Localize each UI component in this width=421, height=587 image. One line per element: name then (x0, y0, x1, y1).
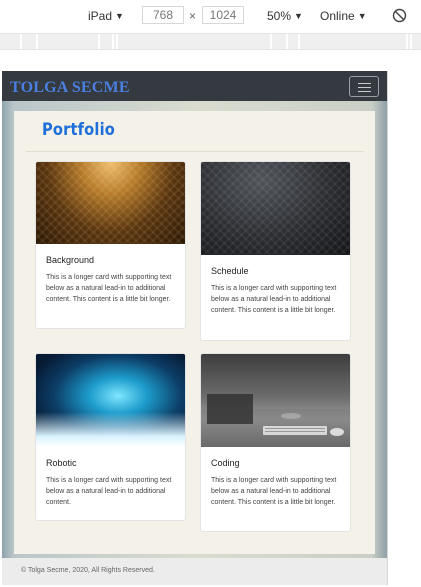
hamburger-icon (358, 83, 371, 84)
zoom-select[interactable]: 50% ▼ (267, 9, 303, 23)
card-background[interactable]: Background This is a longer card with su… (35, 161, 186, 329)
card-title: Robotic (46, 458, 77, 468)
hamburger-icon (358, 91, 371, 92)
dark-metal-texture-image (201, 162, 350, 255)
divider (26, 151, 364, 152)
throttle-select-label: Online (320, 9, 355, 23)
card-schedule[interactable]: Schedule This is a longer card with supp… (200, 161, 351, 341)
dimension-separator: × (189, 9, 197, 23)
golden-texture-image (36, 162, 185, 244)
emulated-viewport: TOLGA SECME Portfolio Background This is… (2, 71, 387, 585)
rotate-icon[interactable] (392, 8, 407, 23)
card-text: This is a longer card with supporting te… (46, 274, 172, 303)
copyright-text: © Tolga Secme, 2020, All Rights Reserved… (21, 567, 155, 574)
card-title: Background (46, 255, 95, 265)
device-select[interactable]: iPad ▼ (88, 9, 124, 23)
page-title: Portfolio (42, 120, 115, 140)
navbar: TOLGA SECME (2, 71, 387, 101)
media-query-ruler (0, 33, 421, 50)
desk-keyboard-image (201, 354, 350, 447)
portfolio-container: Portfolio Background This is a longer ca… (14, 111, 375, 554)
device-toolbar: iPad ▼ 768 × 1024 50% ▼ Online ▼ (0, 0, 421, 33)
throttle-select[interactable]: Online ▼ (320, 9, 367, 23)
brand-logo[interactable]: TOLGA SECME (10, 79, 130, 97)
digital-brain-image (36, 354, 185, 447)
height-input[interactable]: 1024 (202, 6, 244, 24)
card-text: This is a longer card with supporting te… (46, 477, 172, 506)
card-text: This is a longer card with supporting te… (211, 477, 337, 506)
card-text: This is a longer card with supporting te… (211, 285, 337, 314)
card-title: Schedule (211, 266, 249, 276)
viewport-edge (387, 71, 388, 585)
navbar-toggler-button[interactable] (349, 76, 379, 97)
chevron-down-icon: ▼ (294, 11, 303, 21)
footer: © Tolga Secme, 2020, All Rights Reserved… (2, 558, 387, 585)
chevron-down-icon: ▼ (357, 11, 367, 21)
card-robotic[interactable]: Robotic This is a longer card with suppo… (35, 353, 186, 521)
width-input[interactable]: 768 (142, 6, 184, 24)
card-coding[interactable]: Coding This is a longer card with suppor… (200, 353, 351, 532)
chevron-down-icon: ▼ (115, 11, 124, 21)
card-title: Coding (211, 458, 240, 468)
zoom-select-label: 50% (267, 9, 292, 23)
hamburger-icon (358, 87, 371, 88)
device-select-label: iPad (88, 9, 113, 23)
